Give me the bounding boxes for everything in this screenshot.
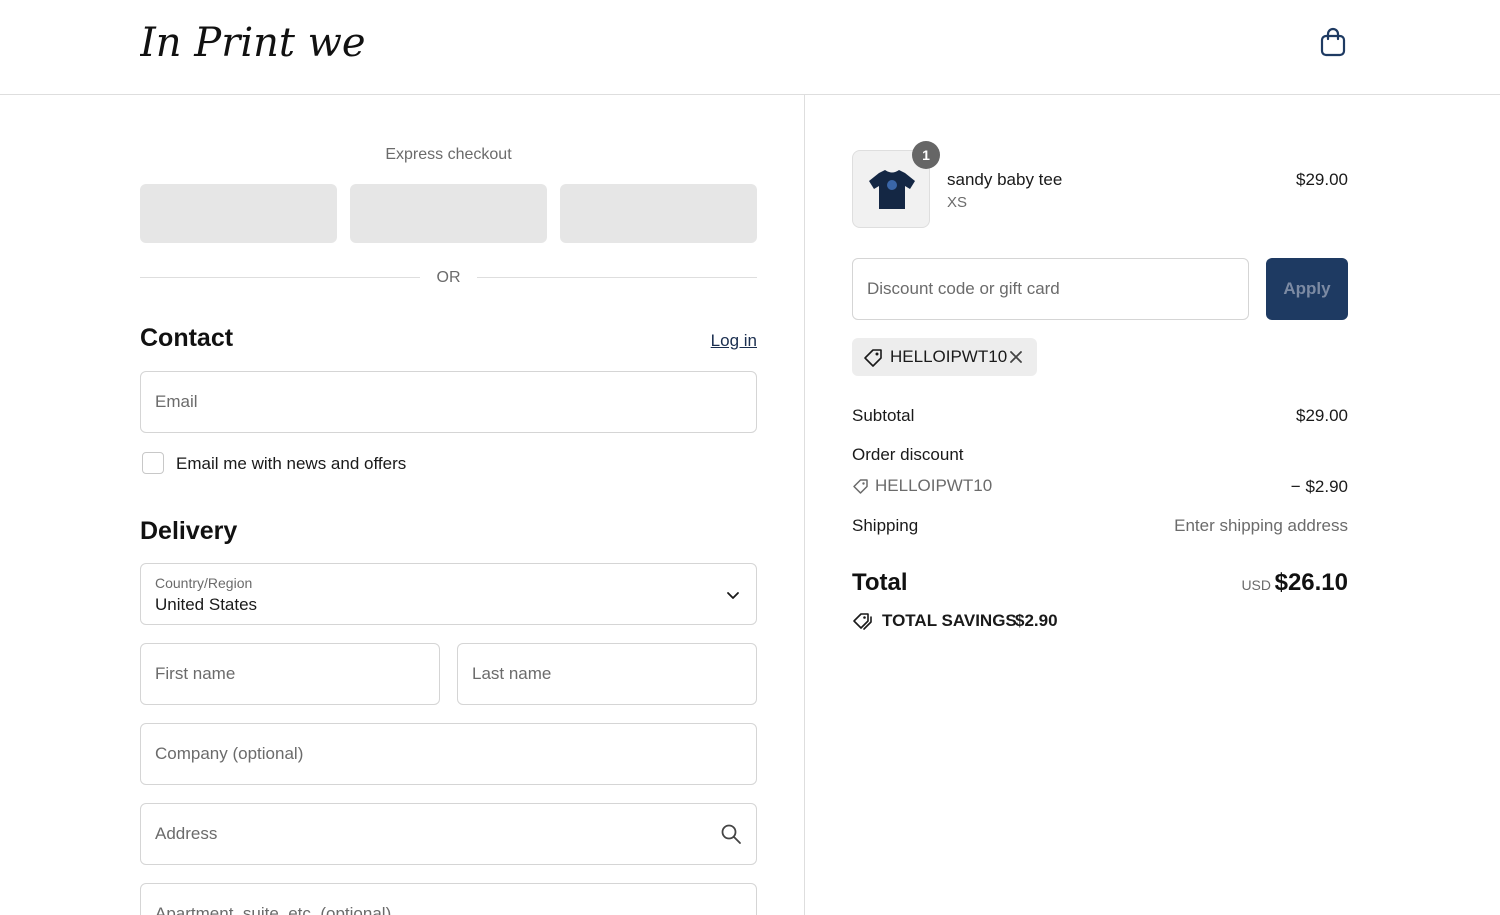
checkout-form: Express checkout OR Contact Log in Email…: [140, 95, 757, 915]
search-icon[interactable]: [720, 823, 742, 845]
delivery-title: Delivery: [140, 517, 238, 545]
discount-field[interactable]: [852, 258, 1249, 320]
address-input[interactable]: [141, 804, 756, 864]
or-text: OR: [436, 269, 461, 286]
total-savings-value: $2.90: [1015, 611, 1058, 630]
shopping-bag-icon: [1320, 27, 1346, 57]
express-pay-button-3[interactable]: [560, 184, 757, 243]
order-discount-code-text: HELLOIPWT10: [875, 476, 993, 495]
total-value: $26.10: [1274, 569, 1348, 596]
last-name-input[interactable]: [458, 644, 756, 704]
shipping-value: Enter shipping address: [1174, 516, 1348, 535]
last-name-field[interactable]: [457, 643, 757, 705]
order-discount-value: − $2.90: [1290, 477, 1348, 496]
address-field[interactable]: [140, 803, 757, 865]
close-icon[interactable]: [1008, 349, 1024, 365]
order-summary: 1 sandy baby tee XS $29.00 Apply HELLOIP…: [852, 95, 1348, 915]
apartment-field[interactable]: [140, 883, 757, 915]
company-input[interactable]: [141, 724, 756, 784]
subtotal-label: Subtotal: [852, 406, 915, 425]
country-select[interactable]: Country/Region United States: [140, 563, 757, 625]
or-separator: OR: [140, 268, 757, 288]
apartment-input[interactable]: [141, 884, 756, 915]
total-savings-label: TOTAL SAVINGS: [882, 611, 1017, 630]
cart-button[interactable]: [1318, 26, 1348, 58]
express-pay-button-2[interactable]: [350, 184, 547, 243]
apply-button[interactable]: Apply: [1266, 258, 1348, 320]
chevron-down-icon: [727, 592, 739, 599]
country-value: United States: [155, 595, 258, 614]
email-field[interactable]: [140, 371, 757, 433]
contact-title: Contact: [140, 324, 234, 352]
discount-input[interactable]: [853, 259, 1248, 319]
brand-logo[interactable]: In Print we Trust: [140, 14, 364, 70]
applied-discount-code: HELLOIPWT10: [890, 347, 1008, 366]
email-input[interactable]: [141, 372, 756, 432]
newsletter-label[interactable]: Email me with news and offers: [176, 454, 406, 474]
quantity-badge: 1: [912, 141, 940, 169]
total-currency: USD: [1241, 577, 1271, 593]
subtotal-value: $29.00: [1296, 406, 1348, 425]
product-variant: XS: [947, 194, 968, 211]
product-price: $29.00: [1296, 170, 1348, 189]
column-divider: [804, 95, 805, 915]
tag-icon: [853, 479, 868, 494]
first-name-field[interactable]: [140, 643, 440, 705]
company-field[interactable]: [140, 723, 757, 785]
express-checkout-title: Express checkout: [385, 146, 512, 163]
total-label: Total: [852, 569, 908, 596]
tag-icon: [864, 349, 882, 367]
express-pay-button-1[interactable]: [140, 184, 337, 243]
first-name-input[interactable]: [141, 644, 439, 704]
applied-discount-chip: HELLOIPWT10: [852, 338, 1037, 376]
order-discount-label: Order discount: [852, 445, 964, 464]
tags-icon: [853, 613, 872, 630]
login-link[interactable]: Log in: [711, 331, 757, 351]
newsletter-checkbox[interactable]: [142, 452, 164, 474]
country-label: Country/Region: [155, 575, 253, 591]
shipping-label: Shipping: [852, 516, 919, 535]
brand-logo-text: In Print we Trust: [140, 20, 364, 66]
product-name: sandy baby tee: [947, 170, 1063, 189]
header: In Print we Trust: [0, 0, 1500, 95]
